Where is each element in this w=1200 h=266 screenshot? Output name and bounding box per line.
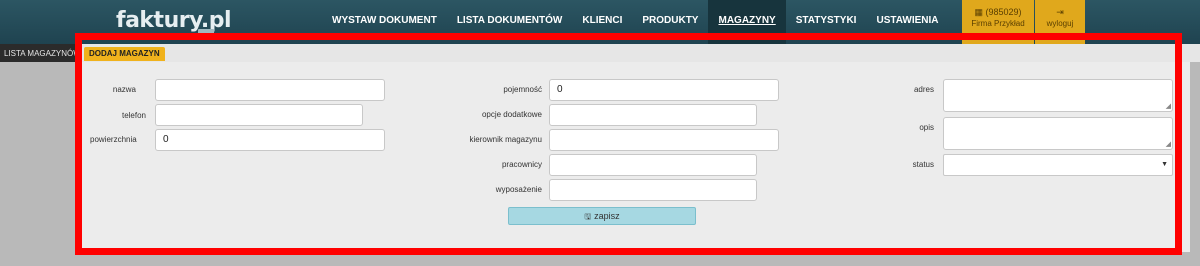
options-input[interactable] (549, 104, 757, 126)
phone-label: telefon (121, 111, 146, 120)
capacity-label: pojemność (503, 85, 542, 94)
nav-item-klienci[interactable]: KLIENCI (572, 0, 632, 44)
phone-input[interactable] (155, 104, 363, 126)
equipment-label: wyposażenie (495, 185, 542, 194)
main-nav: WYSTAW DOKUMENT LISTA DOKUMENTÓW KLIENCI… (322, 0, 949, 44)
nav-item-wystaw-dokument[interactable]: WYSTAW DOKUMENT (322, 0, 447, 44)
name-input[interactable] (155, 79, 385, 101)
tab-lista-magazynow[interactable]: LISTA MAGAZYNÓW (4, 47, 81, 61)
logout-label: wyloguj (1046, 19, 1074, 28)
name-label: nazwa (112, 85, 136, 94)
resize-grip-icon[interactable]: ◢ (1166, 103, 1171, 110)
status-label: status (912, 160, 934, 169)
employees-input[interactable] (549, 154, 757, 176)
nav-item-magazyny[interactable]: MAGAZYNY (708, 0, 786, 44)
manager-input[interactable] (549, 129, 779, 151)
address-label: adres (913, 85, 934, 94)
status-select[interactable]: ▼ (943, 154, 1173, 176)
company-name: Firma Przykład (971, 19, 1025, 28)
area-input[interactable]: 0 (155, 129, 385, 151)
nav-item-produkty[interactable]: PRODUKTY (632, 0, 708, 44)
equipment-input[interactable] (549, 179, 757, 201)
logout-button[interactable]: ⇥ wyloguj (1035, 0, 1085, 44)
company-account-button[interactable]: ▦ (985029) Firma Przykład (962, 0, 1034, 44)
description-label: opis (919, 123, 934, 132)
area-label: powierzchnia (90, 135, 137, 144)
nav-item-lista-dokumentow[interactable]: LISTA DOKUMENTÓW (447, 0, 573, 44)
sub-navigation-bar (0, 44, 1200, 62)
capacity-input[interactable]: 0 (549, 79, 779, 101)
description-textarea[interactable]: ◢ (943, 117, 1173, 150)
tab-dodaj-magazyn[interactable]: DODAJ MAGAZYN (84, 47, 165, 61)
account-id: (985029) (985, 7, 1022, 17)
address-textarea[interactable]: ◢ (943, 79, 1173, 112)
logout-icon: ⇥ (1056, 7, 1064, 17)
chevron-down-icon: ▼ (1161, 161, 1168, 168)
employees-label: pracownicy (501, 160, 542, 169)
save-button[interactable]: 🖫 zapisz (508, 207, 696, 225)
floppy-disk-icon: 🖫 (584, 212, 592, 221)
nav-item-ustawienia[interactable]: USTAWIENIA (866, 0, 948, 44)
nav-item-statystyki[interactable]: STATYSTYKI (786, 0, 867, 44)
brand-logo-badge (198, 29, 214, 34)
top-navigation-bar: faktury.pl WYSTAW DOKUMENT LISTA DOKUMEN… (0, 0, 1200, 44)
building-icon: ▦ (985029) (974, 7, 1022, 17)
save-button-label: zapisz (594, 211, 620, 221)
manager-label: kierownik magazynu (469, 135, 542, 144)
options-label: opcje dodatkowe (481, 110, 542, 119)
resize-grip-icon[interactable]: ◢ (1166, 141, 1171, 148)
